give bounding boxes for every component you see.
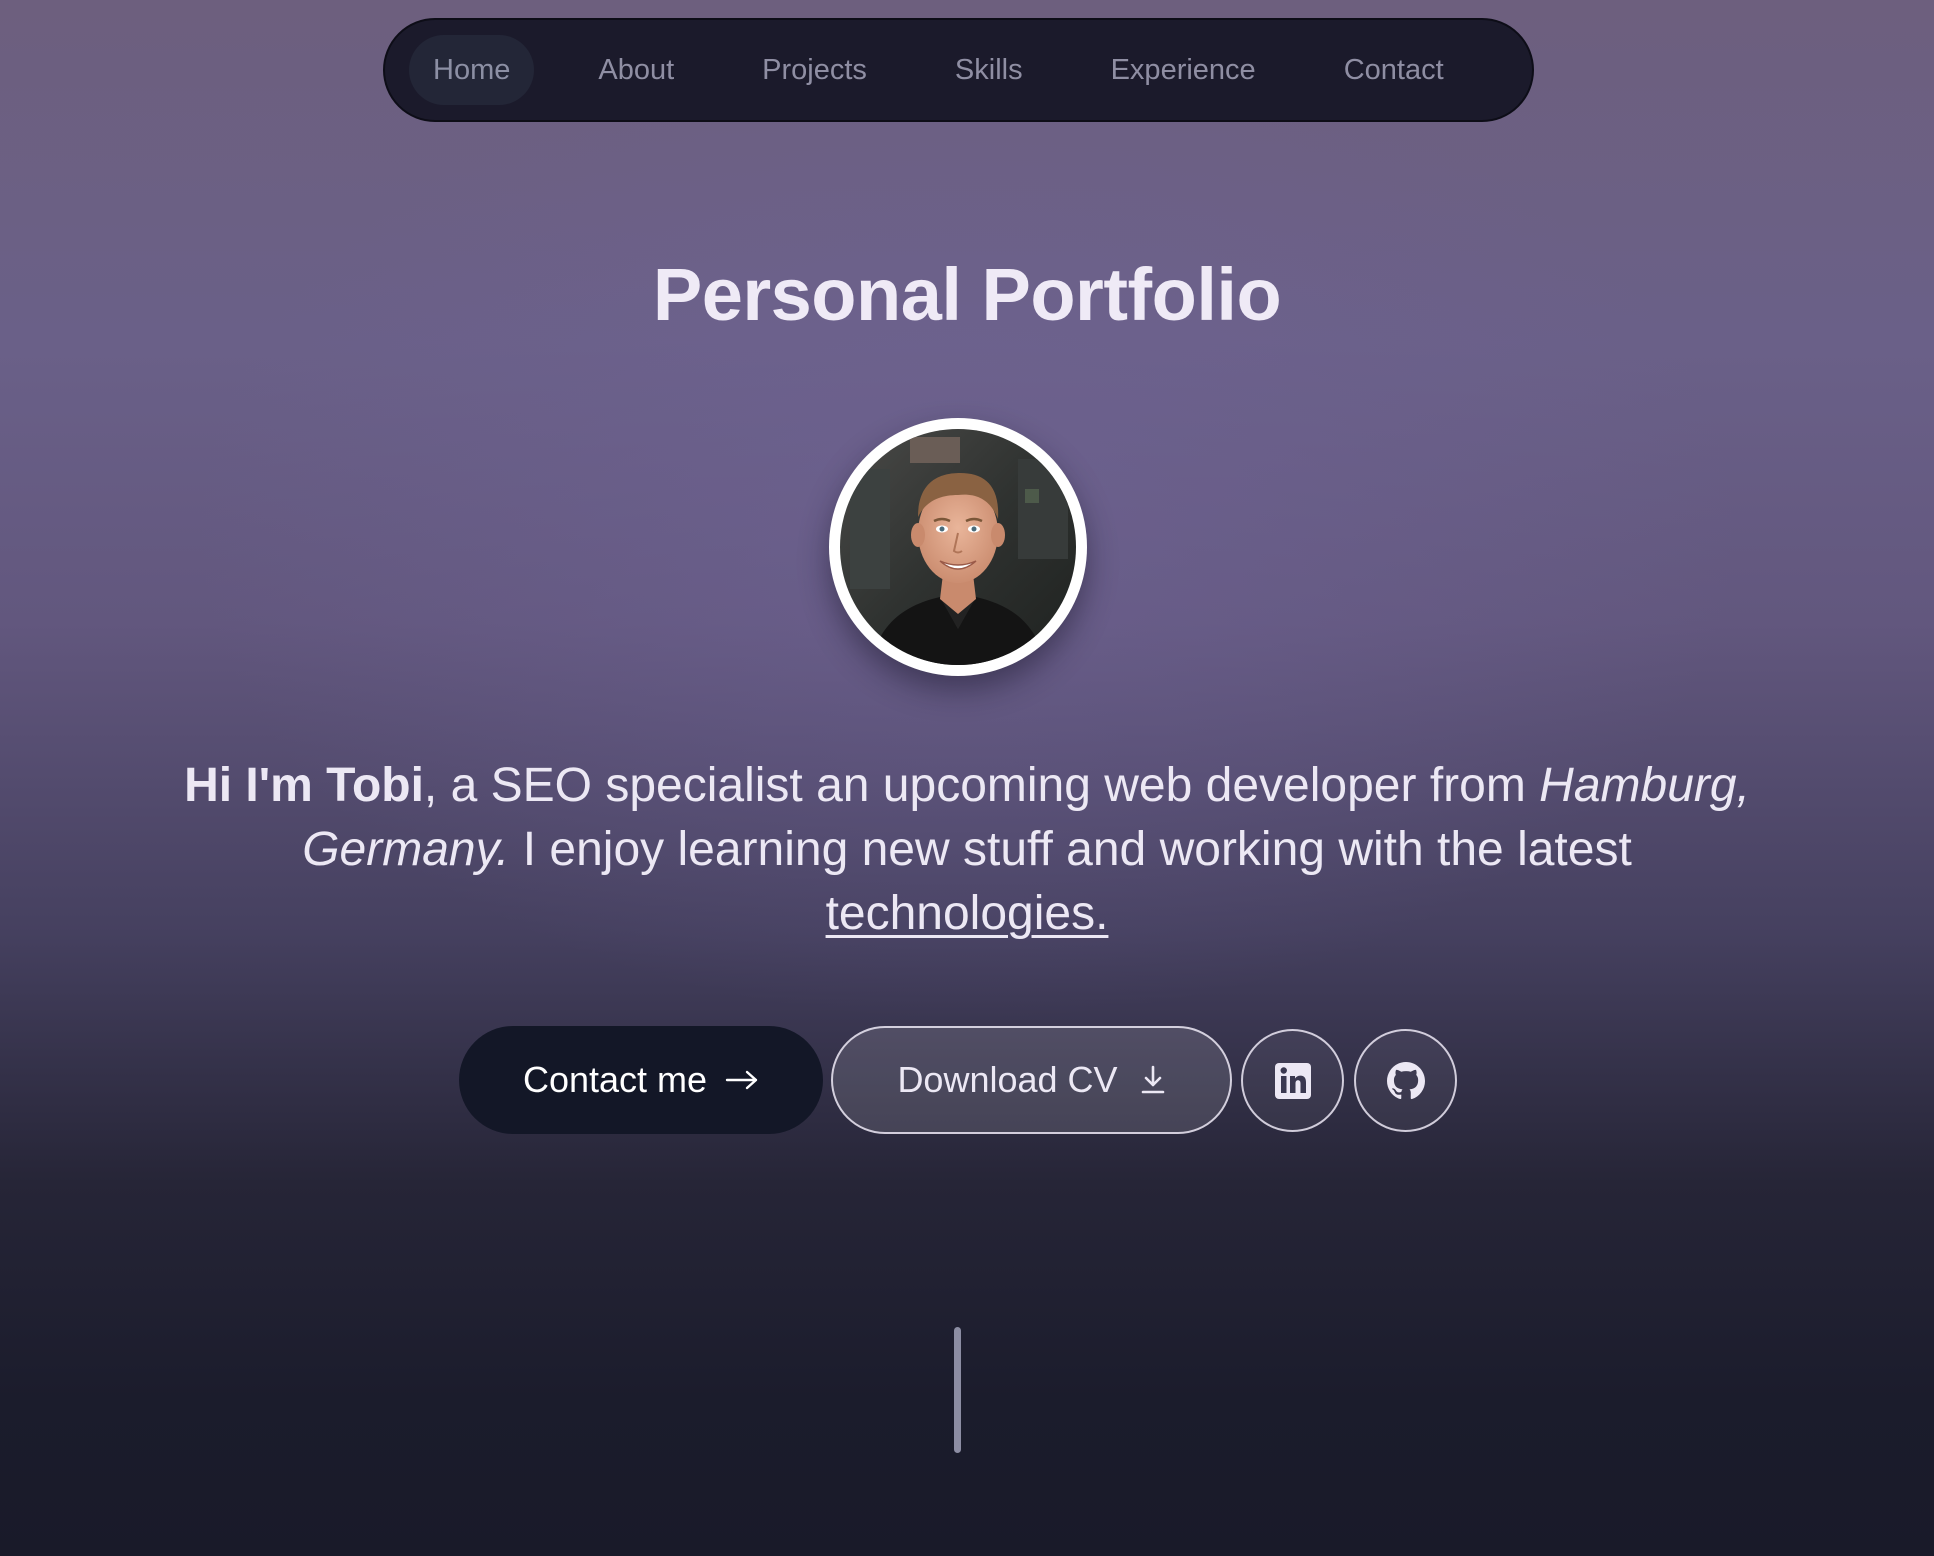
nav-item-projects[interactable]: Projects <box>738 35 891 105</box>
contact-me-button[interactable]: Contact me <box>459 1026 823 1134</box>
github-button[interactable] <box>1354 1029 1457 1132</box>
contact-me-label: Contact me <box>522 1059 708 1100</box>
nav-item-contact[interactable]: Contact <box>1320 35 1468 105</box>
page-title: Personal Portfolio <box>652 253 1282 336</box>
nav-item-skills[interactable]: Skills <box>931 35 1047 105</box>
arrow-right-icon <box>725 1069 759 1091</box>
nav-item-home[interactable]: Home <box>409 35 535 105</box>
nav-item-experience[interactable]: Experience <box>1087 35 1280 105</box>
intro-part-1: , a SEO specialist an upcoming web devel… <box>423 759 1540 812</box>
top-nav: Home About Projects Skills Experience Co… <box>383 18 1534 122</box>
nav-item-about[interactable]: About <box>574 35 698 105</box>
download-cv-label: Download CV <box>897 1059 1118 1100</box>
intro-part-2: I enjoy learning new stuff and working w… <box>509 823 1632 876</box>
linkedin-icon <box>1274 1062 1312 1100</box>
profile-photo <box>840 429 1076 665</box>
scroll-indicator <box>954 1327 961 1453</box>
technologies-link[interactable]: technologies. <box>826 887 1109 940</box>
download-cv-button[interactable]: Download CV <box>831 1026 1232 1134</box>
intro-name: Hi I'm Tobi <box>184 759 424 812</box>
linkedin-button[interactable] <box>1241 1029 1344 1132</box>
download-icon <box>1140 1065 1166 1095</box>
intro-text: Hi I'm Tobi, a SEO specialist an upcomin… <box>160 754 1774 946</box>
github-icon <box>1386 1061 1425 1100</box>
avatar <box>829 418 1087 676</box>
